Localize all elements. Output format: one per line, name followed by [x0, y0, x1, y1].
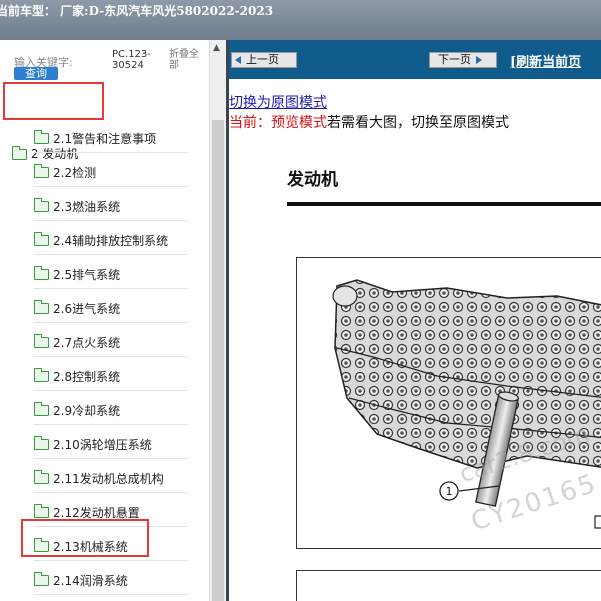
tree-item[interactable]: 2.14润滑系统	[34, 561, 188, 595]
tree-item-label: 2.12发动机悬置	[53, 506, 140, 520]
tree-item[interactable]: 2.7点火系统	[34, 323, 188, 357]
refresh-page-link[interactable]: [刷新当前页	[510, 51, 581, 70]
folder-icon	[34, 266, 49, 280]
scroll-up-arrow-icon[interactable]: ▲	[213, 43, 220, 53]
folder-icon	[34, 164, 49, 178]
tree-item-label: 2.3燃油系统	[53, 200, 121, 214]
next-figure	[296, 570, 601, 601]
mode-hint: 若需看大图，切换至原图模式	[327, 115, 509, 131]
callout-number: 1	[446, 485, 453, 498]
folder-icon	[34, 232, 49, 246]
folder-icon	[34, 436, 49, 450]
tree-item[interactable]: 2.8控制系统	[34, 357, 188, 391]
collapse-all-link[interactable]: 折叠全部	[169, 49, 207, 71]
tree-item-label: 2.6进气系统	[53, 302, 121, 316]
vehicle-title: 当前车型： 厂家:D-东风汽车风光5802022-2023	[0, 4, 274, 18]
left-panel: 输入关键字: 查询 PC.123-30524 折叠全部 2 发动机 2.1警告和…	[0, 40, 226, 601]
folder-icon	[34, 572, 49, 586]
model-code: PC.123-30524	[112, 49, 151, 71]
switch-original-mode-link[interactable]: 切换为原图模式	[229, 92, 327, 112]
tree-scrollbar[interactable]: ▲	[209, 40, 226, 601]
folder-icon	[34, 470, 49, 484]
tree-item[interactable]: 2.5排气系统	[34, 255, 188, 289]
highlight-box-mechanical	[21, 519, 149, 557]
arrow-left-icon	[235, 56, 241, 64]
tree-item-label: 2.1警告和注意事项	[53, 132, 157, 146]
title-bar: 当前车型： 厂家:D-东风汽车风光5802022-2023	[0, 0, 601, 40]
search-button[interactable]: 查询	[14, 67, 58, 80]
folder-icon	[34, 198, 49, 212]
next-page-label: 下一页	[438, 53, 471, 66]
scroll-thumb[interactable]	[212, 120, 224, 601]
prev-page-button[interactable]: 上一页	[231, 52, 297, 68]
tree-item-label: 2.14润滑系统	[53, 574, 128, 588]
tree-item-label: 2.8控制系统	[53, 370, 121, 384]
folder-icon	[34, 368, 49, 382]
tree-item-label: 2.5排气系统	[53, 268, 121, 282]
tree-item[interactable]: 2.9冷却系统	[34, 391, 188, 425]
tree-item-label: 2.9冷却系统	[53, 404, 121, 418]
next-page-button[interactable]: 下一页	[429, 52, 497, 68]
page-nav-bar: 上一页 下一页 [刷新当前页	[229, 40, 601, 79]
tree-item-label: 2.7点火系统	[53, 336, 121, 350]
folder-icon	[34, 504, 49, 518]
content-panel: 上一页 下一页 [刷新当前页 切换为原图模式 当前：预览模式若需看大图，切换至原…	[229, 40, 601, 601]
tree-item[interactable]: 2.4辅助排放控制系统	[34, 221, 188, 255]
folder-icon	[34, 402, 49, 416]
tree-item-label: 2.11发动机总成机构	[53, 472, 164, 486]
tree-item[interactable]: 2.11发动机总成机构	[34, 459, 188, 493]
current-mode-label: 当前：预览模式	[229, 115, 327, 131]
tree-item-label: 2.4辅助排放控制系统	[53, 234, 169, 248]
folder-icon	[34, 300, 49, 314]
highlight-box-engine	[3, 82, 104, 120]
tree-item-label: 2.2检测	[53, 166, 97, 180]
folder-icon	[34, 130, 49, 144]
document-title: 发动机	[287, 170, 338, 190]
tree-item[interactable]: 2.6进气系统	[34, 289, 188, 323]
folder-open-icon	[12, 146, 27, 160]
prev-page-label: 上一页	[246, 53, 279, 66]
mode-status: 当前：预览模式若需看大图，切换至原图模式	[229, 112, 509, 132]
tree-item-label: 2.10涡轮增压系统	[53, 438, 152, 452]
folder-icon	[34, 334, 49, 348]
tree-view: 2 发动机 2.1警告和注意事项 2.2检测 2.3燃油系统 2.4辅助排放控制…	[0, 82, 209, 601]
tree-item[interactable]: 2.2检测	[34, 153, 188, 187]
title-rule	[287, 202, 601, 206]
arrow-right-icon	[476, 56, 482, 64]
tree-item[interactable]: 2.10涡轮增压系统	[34, 425, 188, 459]
tree-item[interactable]: 2.3燃油系统	[34, 187, 188, 221]
tree-item[interactable]: 2.1警告和注意事项	[34, 119, 188, 153]
